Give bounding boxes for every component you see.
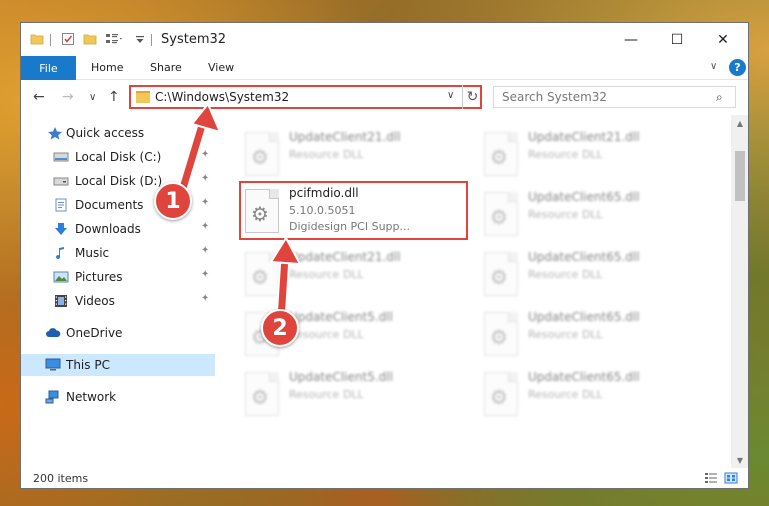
arrow-to-file: [270, 237, 301, 326]
step-badge-2: 2: [261, 309, 299, 347]
annotation-arrows: [174, 103, 301, 326]
arrow-to-address-bar: [174, 103, 221, 204]
step-badge-1: 1: [154, 182, 192, 220]
